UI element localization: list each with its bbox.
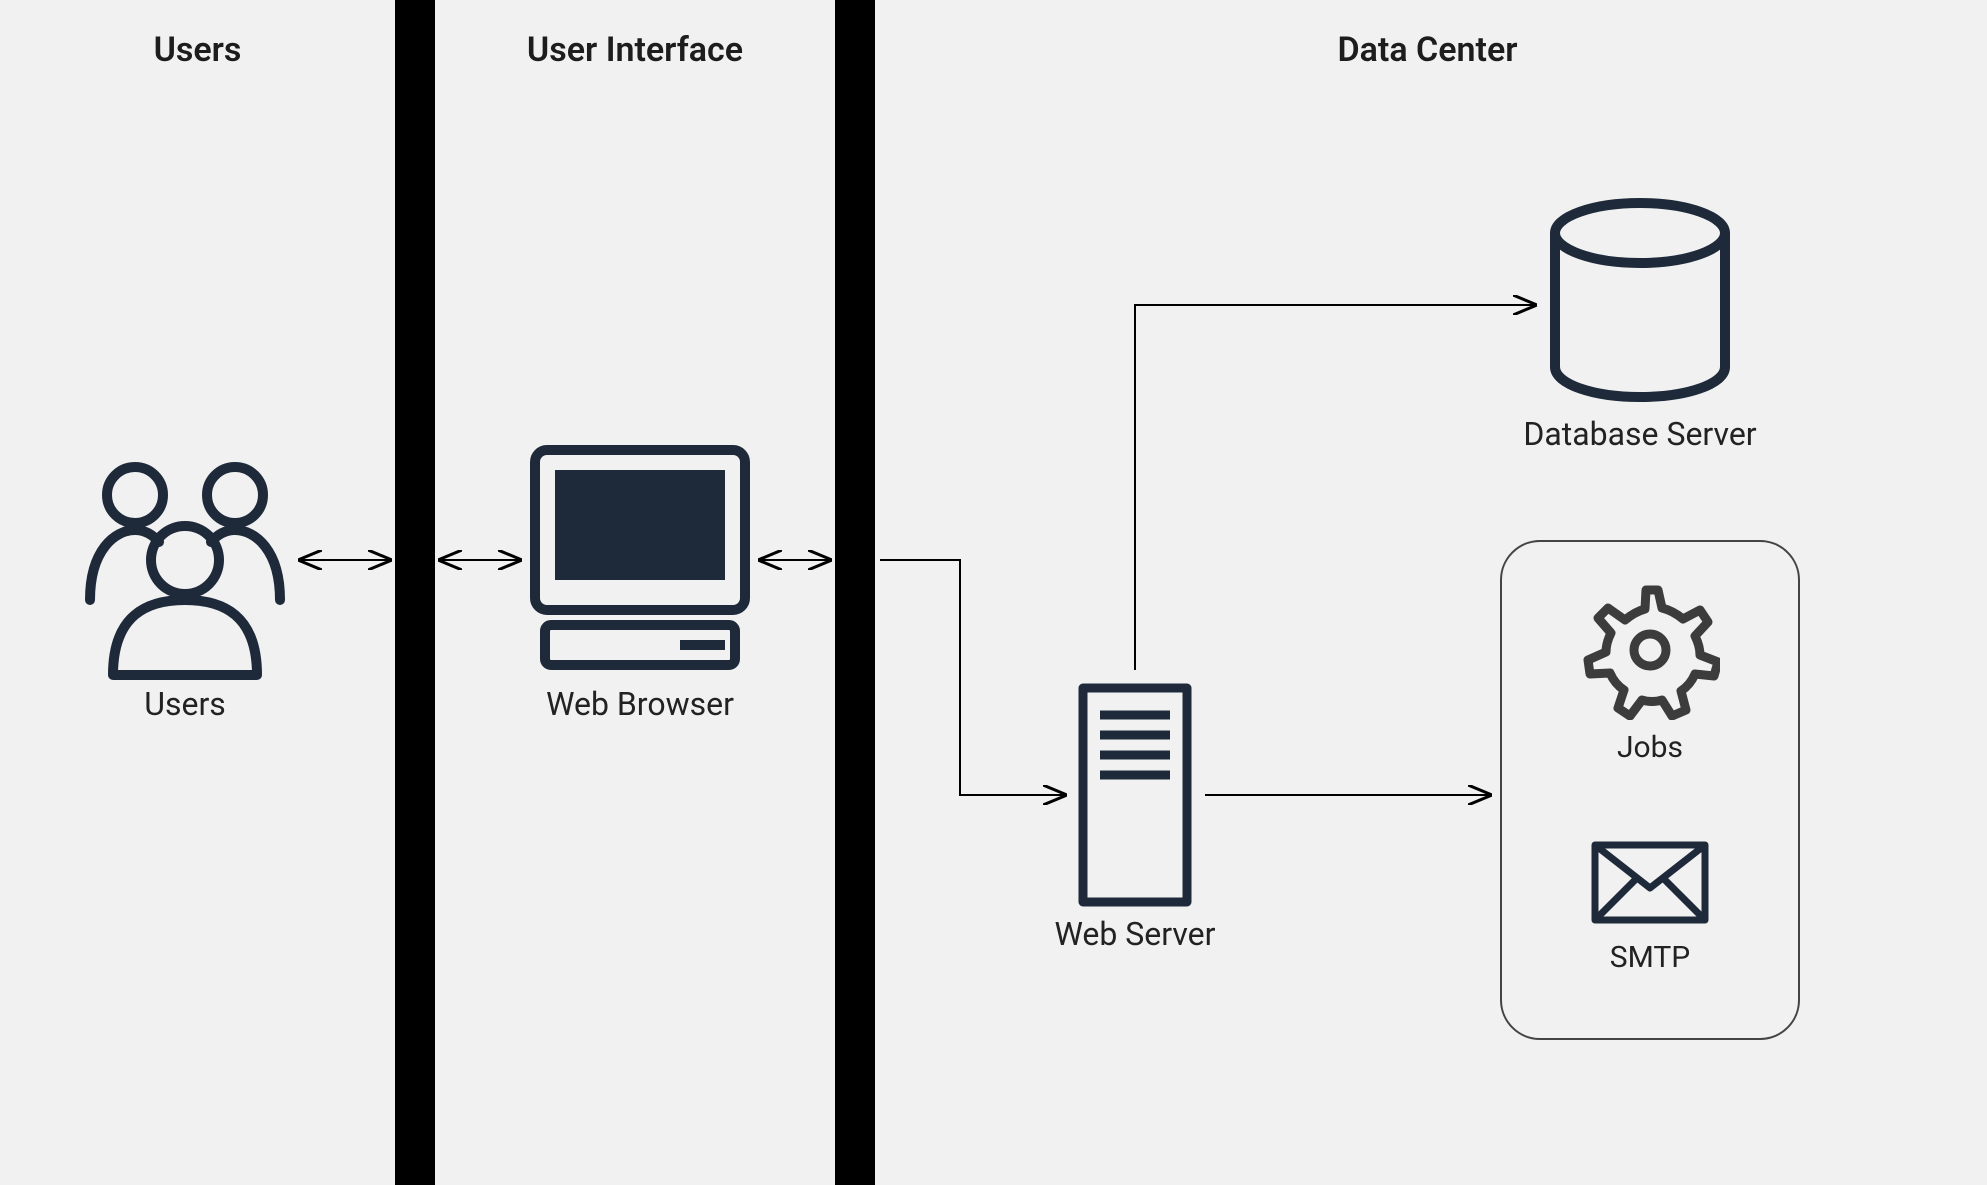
section-header-users: Users [0,30,395,70]
section-header-data-center: Data Center [875,30,1980,70]
gear-icon [1580,580,1720,720]
divider-1 [395,0,435,1185]
section-header-ui: User Interface [435,30,835,70]
computer-icon [525,440,755,675]
web-browser-label: Web Browser [500,685,780,723]
database-icon [1545,195,1735,405]
server-icon [1075,680,1195,910]
users-label: Users [75,685,295,723]
jobs-label: Jobs [1575,730,1725,765]
divider-2 [835,0,875,1185]
connector-webserver-db [1135,305,1535,670]
architecture-diagram: Users User Interface Data Center Users [0,0,1987,1185]
database-server-label: Database Server [1500,415,1780,453]
envelope-icon [1590,840,1710,925]
users-icon [75,450,295,680]
web-server-label: Web Server [1015,915,1255,953]
connector-dc-webserver [880,560,1065,795]
smtp-label: SMTP [1575,940,1725,975]
